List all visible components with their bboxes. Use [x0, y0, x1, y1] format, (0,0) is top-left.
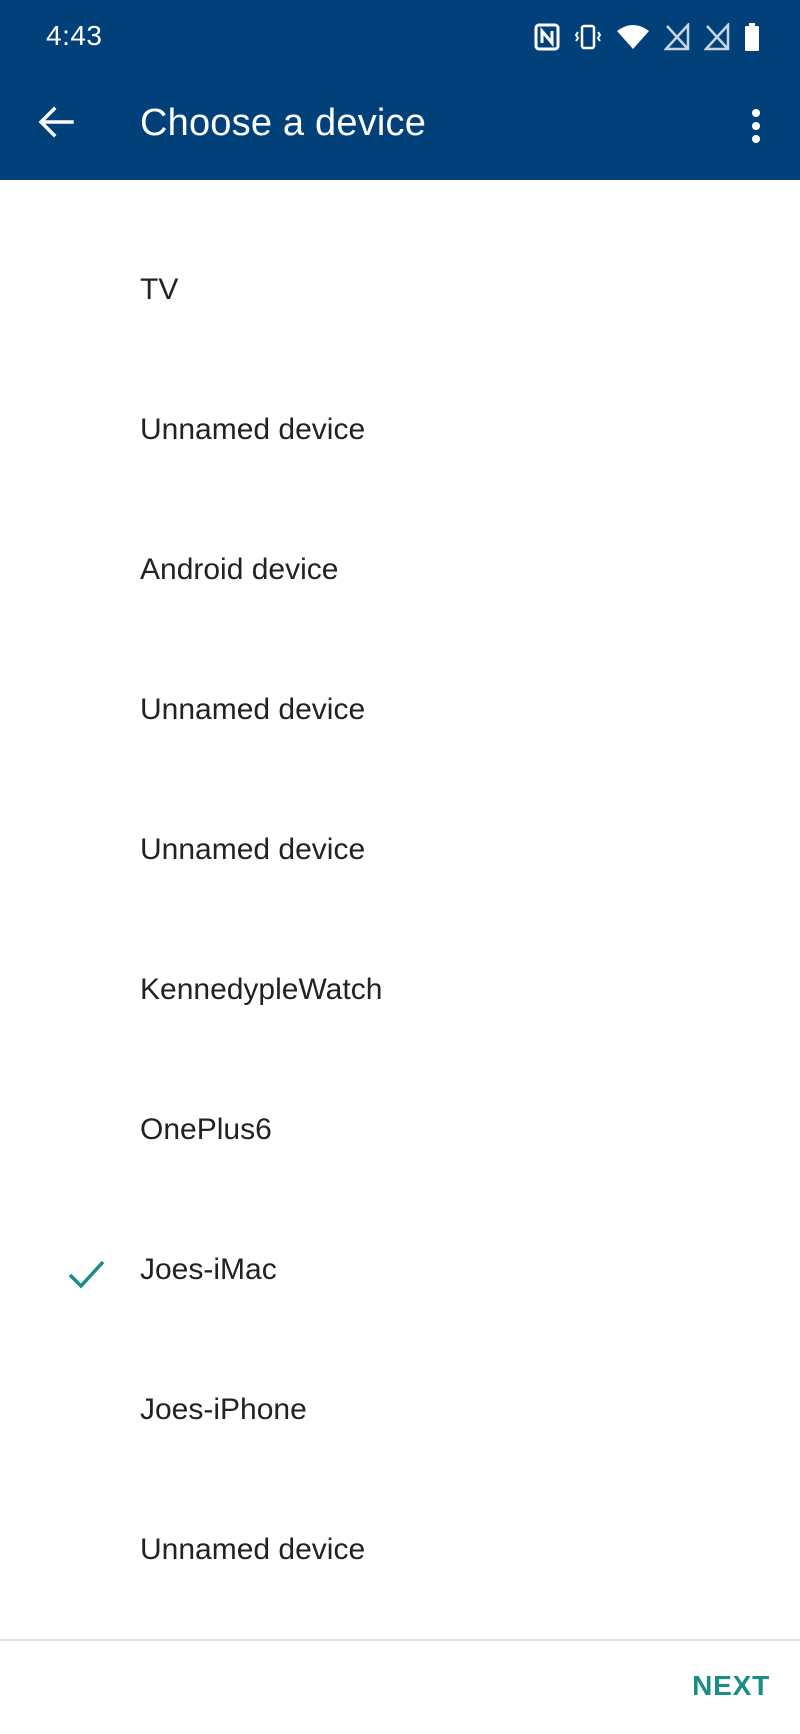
device-label: Joes-iPhone	[140, 1393, 307, 1426]
page-title: Choose a device	[140, 102, 427, 144]
device-item[interactable]: Unnamed device	[0, 362, 800, 502]
device-item[interactable]: Unnamed device	[0, 642, 800, 782]
device-label: KennedypleWatch	[140, 973, 383, 1006]
more-vert-icon	[752, 109, 760, 143]
app-bar: 4:43 Choose a device	[0, 0, 800, 180]
device-label: Unnamed device	[140, 833, 366, 866]
device-item[interactable]: Unnamed device	[0, 782, 800, 922]
vibrate-icon	[574, 23, 602, 51]
device-label: Android device	[140, 553, 339, 586]
no-sim-icon	[664, 23, 690, 51]
no-sim-icon	[704, 23, 730, 51]
device-label: TV	[140, 273, 179, 306]
status-time: 4:43	[46, 20, 103, 51]
device-item[interactable]: Android device	[0, 502, 800, 642]
device-item[interactable]: OnePlus6	[0, 1062, 800, 1202]
device-label: Unnamed device	[140, 1533, 366, 1566]
device-item[interactable]: TV	[0, 222, 800, 362]
device-item[interactable]: Joes-iMac	[0, 1202, 800, 1342]
wifi-icon	[616, 23, 650, 51]
status-icons	[534, 20, 760, 54]
device-item[interactable]: Joes-iPhone	[0, 1342, 800, 1482]
device-item[interactable]: Unnamed device	[0, 1482, 800, 1622]
device-label: OnePlus6	[140, 1113, 272, 1146]
device-label: Unnamed device	[140, 413, 366, 446]
checkmark-icon	[68, 1260, 105, 1289]
battery-icon	[744, 22, 760, 52]
nfc-icon	[534, 23, 560, 51]
device-list: TV Unnamed device Android device Unnamed…	[0, 222, 800, 1622]
device-label: Joes-iMac	[140, 1253, 277, 1286]
device-label: Unnamed device	[140, 693, 366, 726]
device-item[interactable]: KennedypleWatch	[0, 922, 800, 1062]
arrow-back-icon	[38, 106, 74, 138]
next-button[interactable]: NEXT	[692, 1670, 770, 1702]
back-button[interactable]	[30, 96, 82, 148]
overflow-menu-button[interactable]	[736, 96, 776, 156]
footer-divider	[0, 1639, 800, 1641]
